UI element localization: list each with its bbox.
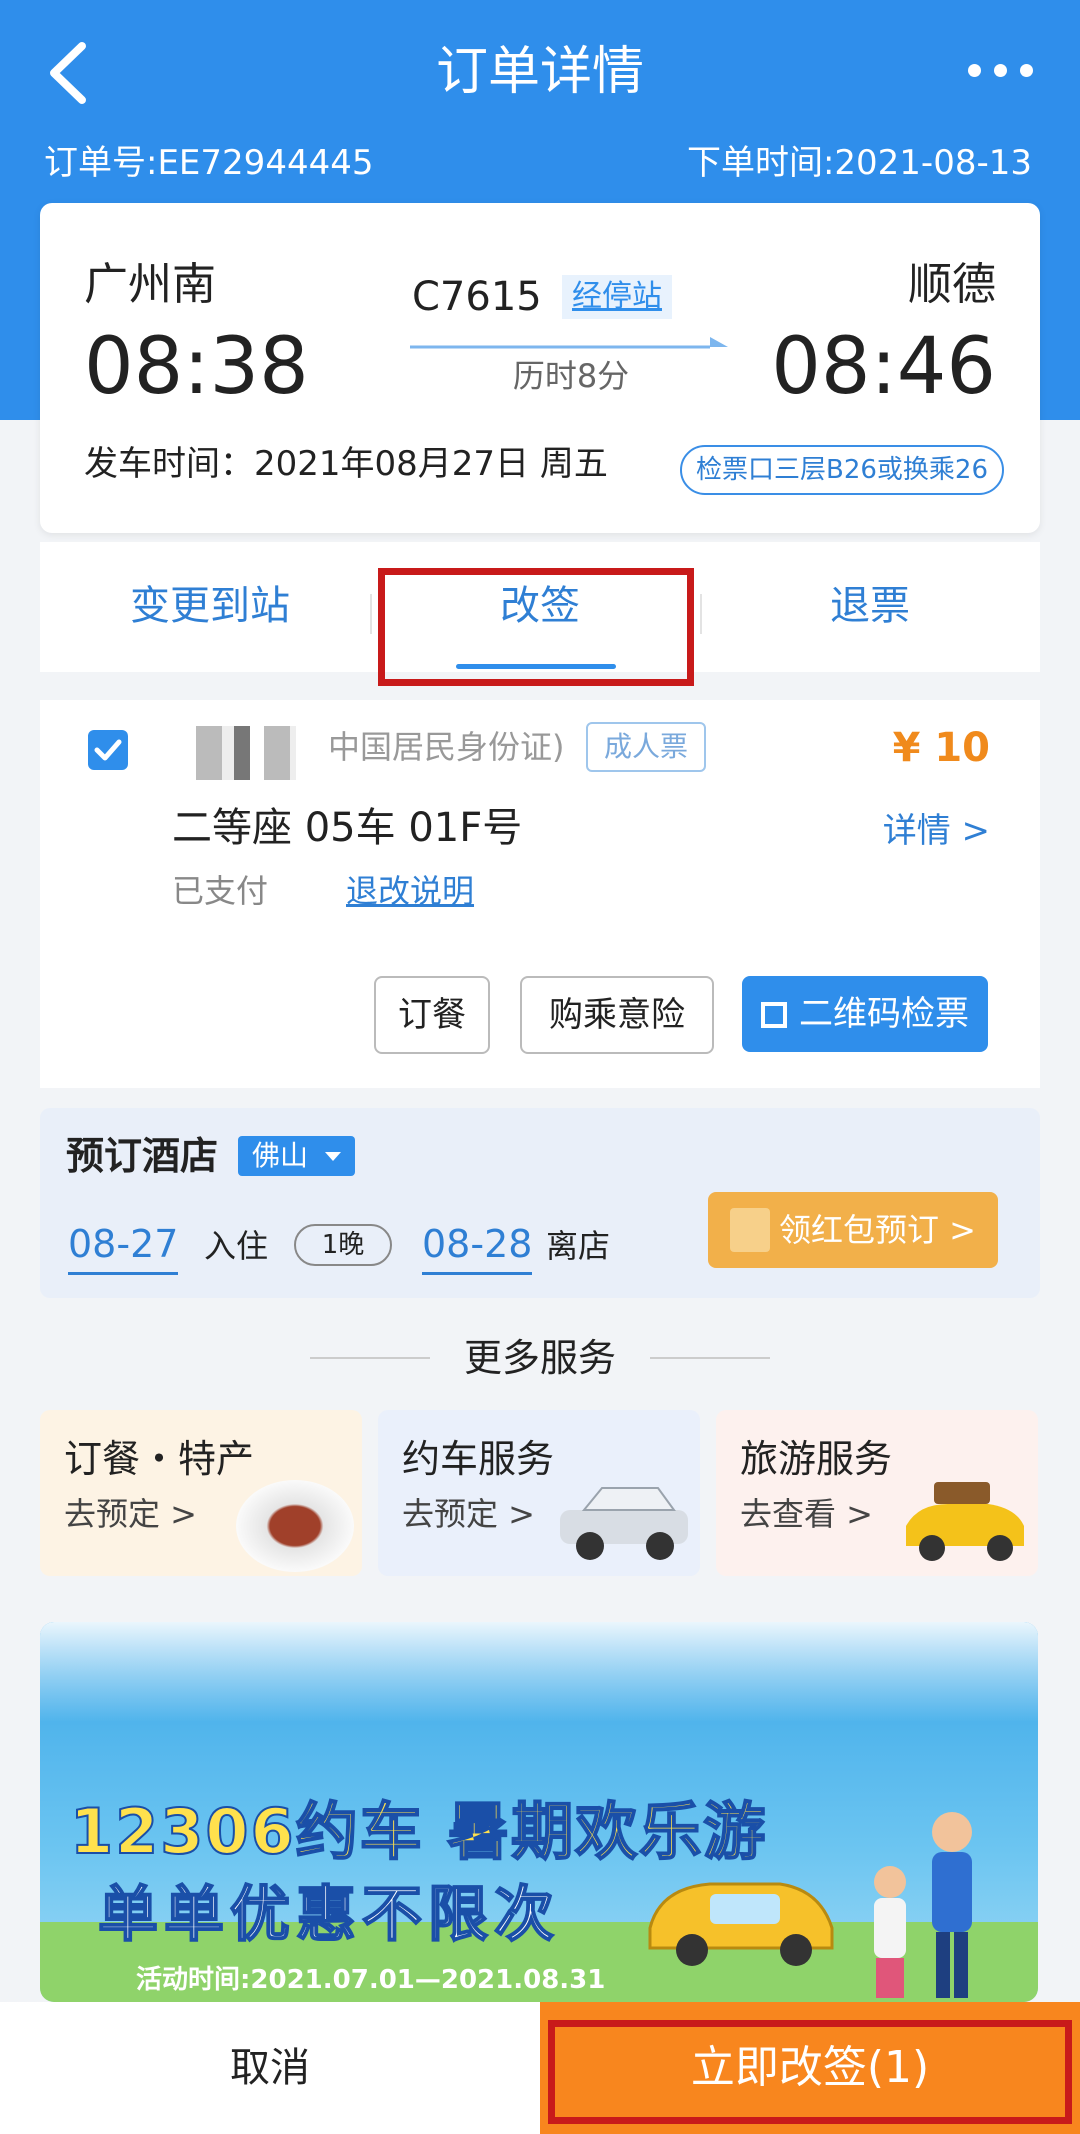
- meal-button[interactable]: 订餐: [374, 976, 490, 1054]
- service-card-title: 约车服务: [402, 1437, 555, 1481]
- more-dots-icon[interactable]: [968, 48, 1048, 88]
- order-time: 下单时间:2021-08-13: [686, 143, 1032, 183]
- red-packet-book-button[interactable]: 领红包预订 >: [708, 1192, 998, 1268]
- payment-status: 已支付: [172, 872, 269, 910]
- food-image-icon: [236, 1480, 354, 1572]
- city-label: 佛山: [252, 1139, 309, 1172]
- passenger-name-redacted: [196, 726, 296, 780]
- direction-arrow-icon: [410, 327, 728, 351]
- hotel-title: 预订酒店: [66, 1134, 219, 1178]
- checkin-label: 入住: [204, 1227, 269, 1265]
- banner-subheadline: 单单优惠不限次: [97, 1879, 560, 1951]
- service-card-car[interactable]: 约车服务 去预定 >: [378, 1410, 700, 1576]
- tab-divider: [700, 594, 702, 634]
- passenger-checkbox[interactable]: [88, 730, 128, 770]
- trip-card: 广州南 顺德 08:38 08:46 C7615 经停站 历时8分 发车时间：2…: [40, 203, 1040, 533]
- car-image-icon: [554, 1476, 694, 1570]
- page-title: 订单详情: [435, 42, 644, 102]
- banner-family-illustration: [840, 1792, 1020, 2002]
- banner-period: 活动时间:2021.07.01—2021.08.31: [136, 1965, 606, 1995]
- qr-checkin-label: 二维码检票: [799, 994, 969, 1034]
- passenger-id-type: 中国居民身份证): [328, 728, 565, 766]
- to-station: 顺德: [908, 259, 996, 310]
- service-card-sub: 去查看 >: [740, 1495, 873, 1533]
- nights-badge: 1晚: [294, 1224, 392, 1266]
- cancel-button[interactable]: 取消: [0, 2002, 540, 2134]
- red-packet-icon: [730, 1208, 770, 1252]
- divider-line: [650, 1357, 770, 1359]
- ticket-price: ¥ 10: [892, 725, 990, 771]
- order-number: 订单号:EE72944445: [44, 143, 374, 183]
- insurance-button[interactable]: 购乘意险: [520, 976, 714, 1054]
- checkout-date[interactable]: 08-28: [422, 1216, 533, 1275]
- service-card-sub: 去预定 >: [64, 1495, 197, 1533]
- detail-link[interactable]: 详情 >: [883, 806, 990, 856]
- service-card-title: 旅游服务: [740, 1437, 893, 1481]
- tab-change-destination[interactable]: 变更到站: [80, 576, 340, 636]
- gate-badge: 检票口三层B26或换乘26: [680, 445, 1005, 495]
- checkout-label: 离店: [546, 1227, 611, 1265]
- more-services-title: 更多服务: [463, 1336, 616, 1380]
- refund-rules-link[interactable]: 退改说明: [346, 866, 474, 916]
- departure-date: 发车时间：2021年08月27日 周五: [84, 444, 608, 484]
- tab-divider: [370, 594, 372, 634]
- service-card-travel[interactable]: 旅游服务 去查看 >: [716, 1410, 1038, 1576]
- tab-refund[interactable]: 退票: [740, 576, 1000, 636]
- city-selector[interactable]: 佛山: [238, 1136, 355, 1176]
- checkin-date[interactable]: 08-27: [68, 1216, 179, 1275]
- promo-banner[interactable]: 12306约车 暑期欢乐游 单单优惠不限次 活动时间:2021.07.01—20…: [40, 1622, 1038, 2002]
- trip-duration: 历时8分: [512, 357, 630, 395]
- arrive-time: 08:46: [771, 322, 996, 412]
- stops-link[interactable]: 经停站: [562, 275, 672, 319]
- highlight-box: [548, 2020, 1072, 2124]
- ticket-type-badge: 成人票: [586, 722, 707, 772]
- depart-time: 08:38: [84, 322, 309, 412]
- red-packet-label: 领红包预订 >: [779, 1211, 976, 1249]
- qr-code-icon: [761, 1002, 787, 1028]
- service-card-title: 订餐・特产: [64, 1437, 255, 1481]
- service-card-food[interactable]: 订餐・特产 去预定 >: [40, 1410, 362, 1576]
- qr-checkin-button[interactable]: 二维码检票: [742, 976, 988, 1052]
- train-number: C7615: [412, 274, 542, 320]
- seat-info: 二等座 05车 01F号: [172, 805, 523, 851]
- highlight-box: [378, 568, 694, 686]
- banner-car-illustration: [640, 1848, 840, 1972]
- service-card-sub: 去预定 >: [402, 1495, 535, 1533]
- dropdown-caret-icon: [324, 1152, 341, 1161]
- cloud-decoration: [40, 1622, 1038, 1722]
- taxi-image-icon: [898, 1476, 1032, 1572]
- from-station: 广州南: [84, 259, 216, 310]
